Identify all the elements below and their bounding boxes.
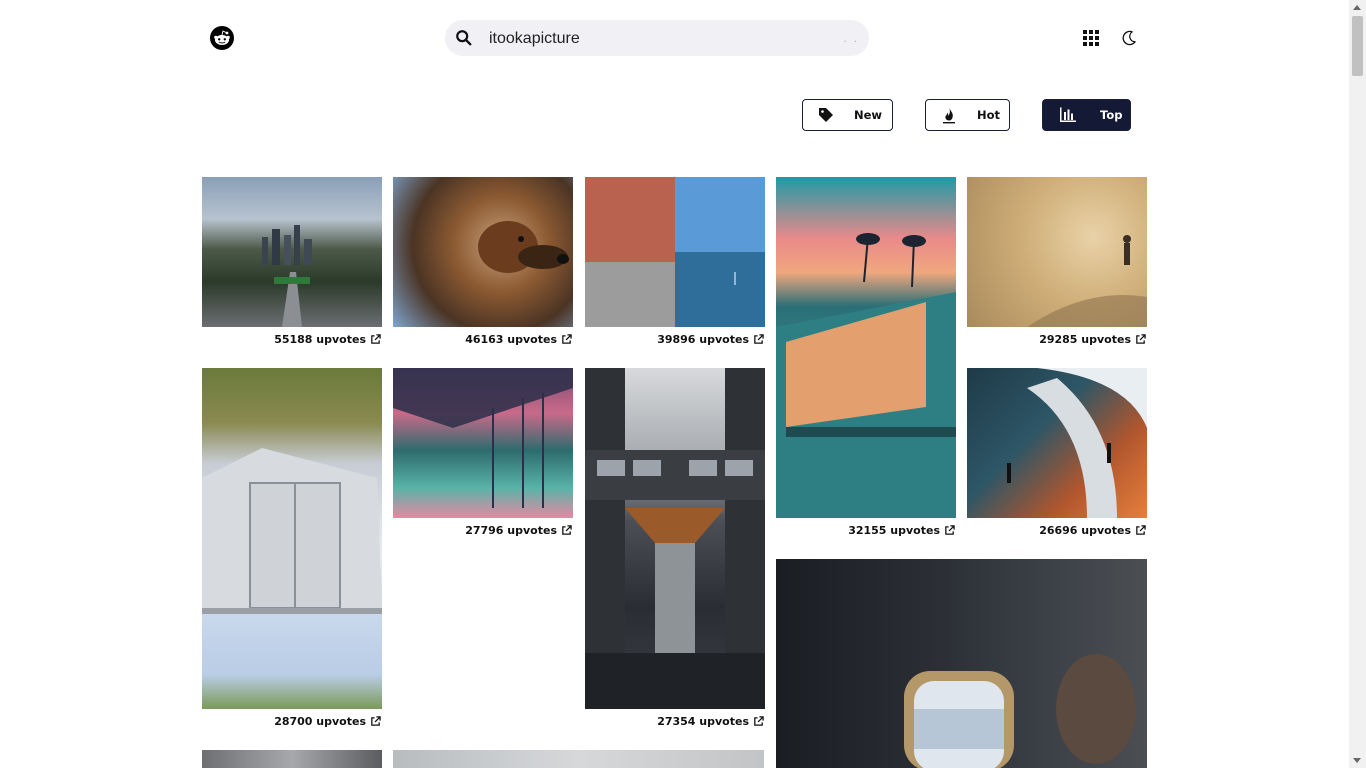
post-card[interactable]: 39896 upvotes <box>585 177 765 351</box>
search-bar[interactable]: . . <box>445 20 869 58</box>
post-card[interactable] <box>202 750 382 768</box>
external-link-icon[interactable] <box>1135 333 1146 345</box>
external-link-icon[interactable] <box>561 524 572 536</box>
post-image[interactable] <box>202 368 382 709</box>
external-link-icon[interactable] <box>753 333 764 345</box>
post-image[interactable] <box>393 177 573 327</box>
post-card[interactable] <box>776 559 1147 768</box>
external-link-icon[interactable] <box>561 333 572 345</box>
upvote-count: 28700 upvotes <box>274 714 366 728</box>
external-link-icon[interactable] <box>1135 524 1146 536</box>
post-caption: 32155 upvotes <box>776 518 956 542</box>
post-image[interactable] <box>202 750 382 768</box>
sort-hot-button[interactable]: Hot <box>925 99 1010 131</box>
upvote-count: 46163 upvotes <box>465 332 557 346</box>
sort-top-label: Top <box>1100 108 1123 122</box>
post-image[interactable] <box>202 177 382 327</box>
scrollbar[interactable] <box>1349 0 1366 768</box>
post-caption: 27796 upvotes <box>393 518 573 542</box>
scroll-up-arrow-icon[interactable] <box>1353 5 1361 10</box>
tag-icon <box>817 106 835 124</box>
post-caption: 39896 upvotes <box>585 327 765 351</box>
sort-new-button[interactable]: New <box>802 99 893 131</box>
post-card[interactable]: 29285 upvotes <box>967 177 1147 351</box>
post-card[interactable]: 55188 upvotes <box>202 177 382 351</box>
search-input[interactable] <box>487 20 831 58</box>
post-image[interactable] <box>585 368 765 709</box>
post-card[interactable]: 26696 upvotes <box>967 368 1147 542</box>
fire-icon <box>940 106 958 124</box>
post-caption: 55188 upvotes <box>202 327 382 351</box>
upvote-count: 39896 upvotes <box>657 332 749 346</box>
sort-top-button[interactable]: Top <box>1042 99 1131 131</box>
post-card[interactable]: 27796 upvotes <box>393 368 573 542</box>
upvote-count: 32155 upvotes <box>848 523 940 537</box>
post-caption: 29285 upvotes <box>967 327 1147 351</box>
external-link-icon[interactable] <box>370 333 381 345</box>
upvote-count: 27796 upvotes <box>465 523 557 537</box>
post-card[interactable] <box>393 750 764 768</box>
post-card[interactable]: 32155 upvotes <box>776 177 956 542</box>
post-image[interactable] <box>776 177 956 518</box>
post-caption: 27354 upvotes <box>585 709 765 733</box>
upvote-count: 27354 upvotes <box>657 714 749 728</box>
post-card[interactable]: 27354 upvotes <box>585 368 765 733</box>
search-hint: . . <box>843 34 859 45</box>
post-card[interactable]: 28700 upvotes <box>202 368 382 733</box>
upvote-count: 29285 upvotes <box>1039 332 1131 346</box>
post-card[interactable]: 46163 upvotes <box>393 177 573 351</box>
post-image[interactable] <box>585 177 765 327</box>
upvote-count: 55188 upvotes <box>274 332 366 346</box>
bar-chart-icon <box>1059 106 1077 124</box>
grid-icon[interactable] <box>1083 30 1099 46</box>
post-image[interactable] <box>393 368 573 518</box>
sort-hot-label: Hot <box>977 108 1001 122</box>
external-link-icon[interactable] <box>753 715 764 727</box>
reddit-logo-icon[interactable] <box>210 26 234 50</box>
upvote-count: 26696 upvotes <box>1039 523 1131 537</box>
post-image[interactable] <box>967 177 1147 327</box>
post-caption: 28700 upvotes <box>202 709 382 733</box>
post-image[interactable] <box>776 559 1147 768</box>
scroll-down-arrow-icon[interactable] <box>1353 758 1361 763</box>
scrollbar-thumb[interactable] <box>1352 16 1363 76</box>
external-link-icon[interactable] <box>370 715 381 727</box>
moon-icon[interactable] <box>1120 29 1138 47</box>
sort-new-label: New <box>854 108 883 122</box>
post-image[interactable] <box>393 750 764 768</box>
post-image[interactable] <box>967 368 1147 518</box>
external-link-icon[interactable] <box>944 524 955 536</box>
search-icon[interactable] <box>455 29 473 47</box>
post-caption: 46163 upvotes <box>393 327 573 351</box>
post-caption: 26696 upvotes <box>967 518 1147 542</box>
